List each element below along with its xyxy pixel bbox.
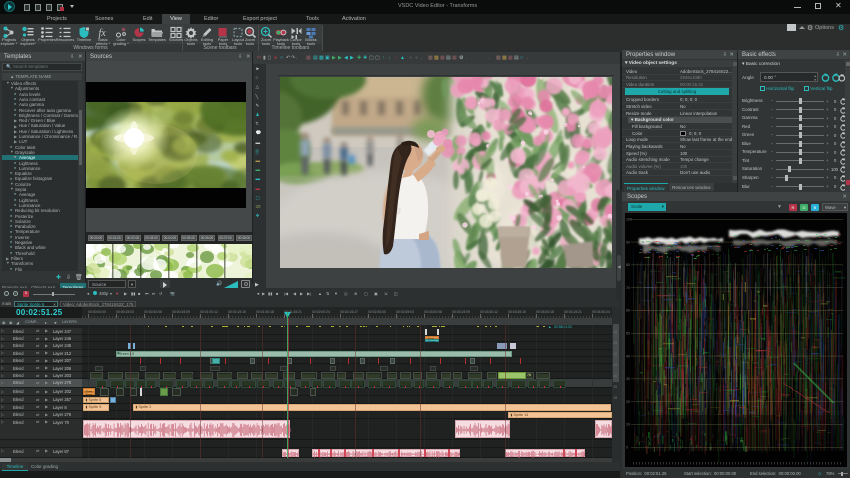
svg-text:40: 40 (626, 354, 630, 358)
svg-text:0: 0 (626, 446, 628, 450)
svg-text:20: 20 (626, 400, 630, 404)
svg-text:100: 100 (626, 218, 632, 222)
svg-text:70: 70 (626, 286, 630, 290)
svg-text:90: 90 (626, 240, 630, 244)
svg-text:60: 60 (626, 309, 630, 313)
svg-text:30: 30 (626, 377, 630, 381)
svg-text:50: 50 (626, 332, 630, 336)
svg-text:80: 80 (626, 263, 630, 267)
svg-text:10: 10 (626, 423, 630, 427)
